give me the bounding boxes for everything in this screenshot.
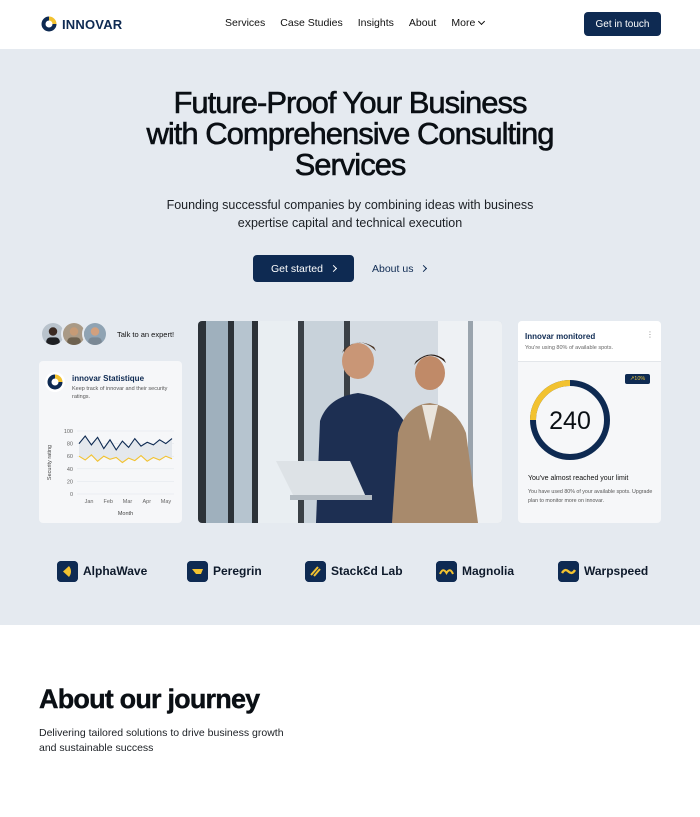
nav-more-label: More [451, 17, 476, 29]
limit-note: You have used 80% of your available spot… [528, 489, 653, 504]
hero-subtitle: Founding successful companies by combini… [166, 198, 534, 230]
monitor-card-header: Innovar monitored You're using 80% of av… [518, 321, 661, 362]
hero-photo [198, 321, 502, 523]
partner-logos: AlphaWave Peregrin StackƐd Lab Magnolia … [0, 559, 700, 585]
brand-name: Peregrin [213, 564, 262, 578]
nav-more-dropdown[interactable]: More [451, 17, 486, 29]
get-started-label: Get started [271, 262, 323, 275]
nav-link-services[interactable]: Services [225, 17, 265, 29]
brand-warpspeed: Warpspeed [558, 559, 648, 583]
nav-link-case-studies[interactable]: Case Studies [280, 17, 342, 29]
trend-badge-label: 10% [634, 376, 646, 382]
x-tick-label: Apr [142, 499, 151, 505]
about-section-title: About our journey [39, 684, 261, 714]
series-band [79, 436, 172, 463]
brand-stacked-lab: StackƐd Lab [305, 559, 403, 583]
chevron-right-icon [329, 264, 338, 273]
expert-avatars[interactable]: Talk to an expert! [40, 321, 174, 347]
y-axis-label: Security rating [47, 445, 53, 480]
x-tick-label: Mar [123, 499, 133, 505]
hero-title-line: Future-Proof Your Business [173, 85, 528, 120]
brand-name: StackƐd Lab [331, 564, 403, 578]
innovar-logo-icon [45, 372, 65, 392]
monitor-card-title: Innovar monitored [525, 332, 596, 341]
y-tick-label: 0 [70, 492, 73, 498]
about-us-link[interactable]: About us [372, 255, 438, 282]
usage-value: 240 [549, 407, 591, 435]
y-tick-label: 20 [67, 479, 73, 485]
brand-peregrin: Peregrin [187, 559, 262, 583]
avatar [82, 321, 108, 347]
chevron-down-icon [478, 17, 486, 26]
get-in-touch-button[interactable]: Get in touch [584, 12, 661, 36]
stacked-lab-icon [305, 560, 326, 582]
innovar-logo-icon [41, 16, 57, 32]
brand-name: Magnolia [462, 564, 515, 578]
x-axis-label: Month [118, 511, 133, 517]
consultants-photo-image [198, 321, 502, 523]
y-tick-label: 40 [67, 467, 73, 473]
magnolia-icon [436, 560, 457, 582]
alphawave-icon [57, 560, 78, 582]
about-section-subtitle: Delivering tailored solutions to drive b… [39, 727, 284, 754]
brand-alphawave: AlphaWave [57, 559, 147, 583]
stat-card-description: Keep track of innovar and their security… [72, 386, 168, 400]
y-tick-label: 60 [67, 454, 73, 460]
logo-text: INNOVAR [62, 16, 123, 32]
hero-title-line: with Comprehensive Consulting [146, 116, 555, 151]
more-options-icon[interactable]: ⋮ [646, 330, 654, 339]
limit-warning: You've almost reached your limit [528, 475, 629, 482]
x-tick-label: Jan [85, 499, 94, 505]
logo[interactable]: INNOVAR [40, 15, 122, 33]
top-navbar: INNOVAR Services Case Studies Insights A… [0, 0, 700, 49]
brand-name: Warpspeed [584, 564, 649, 578]
x-tick-label: May [161, 499, 172, 505]
get-started-button[interactable]: Get started [253, 255, 354, 282]
stat-card-title: innovar Statistique [72, 374, 145, 383]
monitor-card-subtitle: You're using 80% of available spots. [525, 345, 613, 351]
hero-title-line: Services [294, 147, 406, 182]
talk-to-expert-label: Talk to an expert! [117, 329, 175, 339]
brand-name: AlphaWave [83, 564, 148, 578]
hero-title: Future-Proof Your Business with Comprehe… [0, 85, 700, 182]
nav-links: Services Case Studies Insights About Mor… [225, 17, 486, 29]
warpspeed-icon [558, 560, 579, 582]
statistics-card: innovar Statistique Keep track of innova… [39, 361, 182, 523]
nav-link-about[interactable]: About [409, 17, 436, 29]
y-tick-label: 100 [64, 429, 73, 435]
hero-section: Future-Proof Your Business with Comprehe… [0, 49, 700, 625]
security-rating-chart: 0 20 40 60 80 100 Jan Feb Mar Apr May Month Security… [47, 429, 174, 517]
trend-badge: ↗ 10% [625, 374, 650, 384]
y-tick-label: 80 [67, 442, 73, 448]
peregrin-icon [187, 560, 208, 582]
chevron-right-icon [420, 264, 428, 273]
x-tick-label: Feb [104, 499, 113, 505]
brand-magnolia: Magnolia [436, 559, 514, 583]
about-us-label: About us [372, 262, 414, 275]
nav-link-insights[interactable]: Insights [358, 17, 394, 29]
monitor-card: Innovar monitored You're using 80% of av… [518, 321, 661, 523]
